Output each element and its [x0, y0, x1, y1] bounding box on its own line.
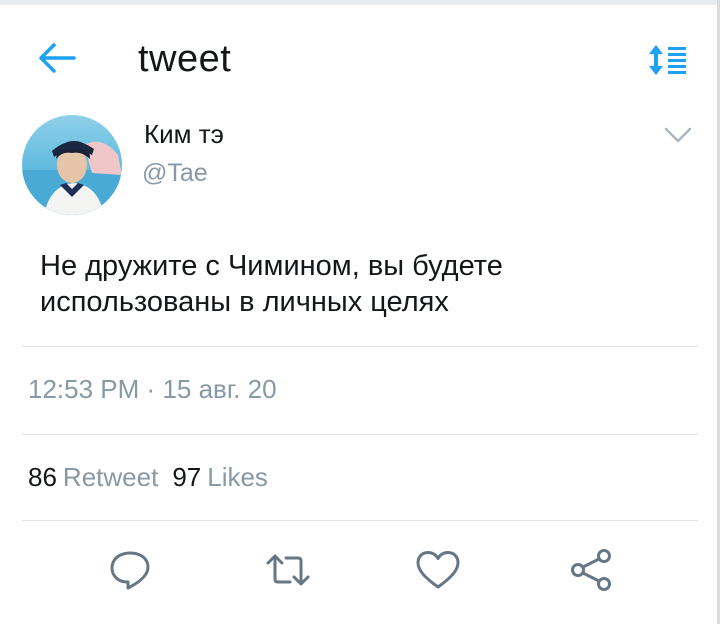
tweet-stats: 86 Retweet 97 Likes	[28, 460, 282, 494]
reply-icon	[110, 551, 150, 590]
tweet-text: Не дружите с Чимином, вы будете использо…	[40, 250, 503, 318]
tweet-screen: tweet Ким тэ @Tae Не дружите с Чимином, …	[0, 0, 720, 624]
arrow-left-icon	[39, 43, 76, 73]
tweet-time: 12:53 PM	[28, 374, 140, 404]
avatar-image	[22, 115, 122, 215]
page-title: tweet	[138, 38, 232, 80]
reply-button[interactable]	[106, 546, 154, 594]
retweet-icon	[266, 554, 310, 586]
likes-label[interactable]: Likes	[207, 462, 268, 492]
share-button[interactable]	[568, 546, 616, 594]
sort-icon	[649, 45, 686, 75]
like-button[interactable]	[414, 546, 462, 594]
share-icon	[571, 549, 611, 591]
header-bar: tweet	[0, 20, 720, 100]
top-edge	[0, 0, 720, 5]
tweet-options-button[interactable]	[660, 120, 696, 150]
chevron-down-icon	[664, 127, 692, 143]
divider	[22, 520, 698, 521]
divider	[22, 346, 698, 347]
sort-button[interactable]	[646, 42, 692, 78]
author-handle[interactable]: @Tae	[142, 157, 208, 189]
divider	[22, 434, 698, 435]
likes-count[interactable]: 97	[172, 462, 201, 492]
retweet-button[interactable]	[264, 546, 312, 594]
retweet-count[interactable]: 86	[28, 462, 57, 492]
heart-icon	[416, 551, 460, 589]
tweet-date: 15 авг. 20	[162, 374, 277, 404]
avatar[interactable]	[22, 115, 122, 215]
retweet-label[interactable]: Retweet	[63, 462, 158, 492]
tweet-timestamp: 12:53 PM · 15 авг. 20	[28, 372, 277, 406]
timestamp-separator: ·	[146, 374, 156, 404]
back-button[interactable]	[34, 38, 80, 78]
author-name[interactable]: Ким тэ	[144, 118, 224, 150]
